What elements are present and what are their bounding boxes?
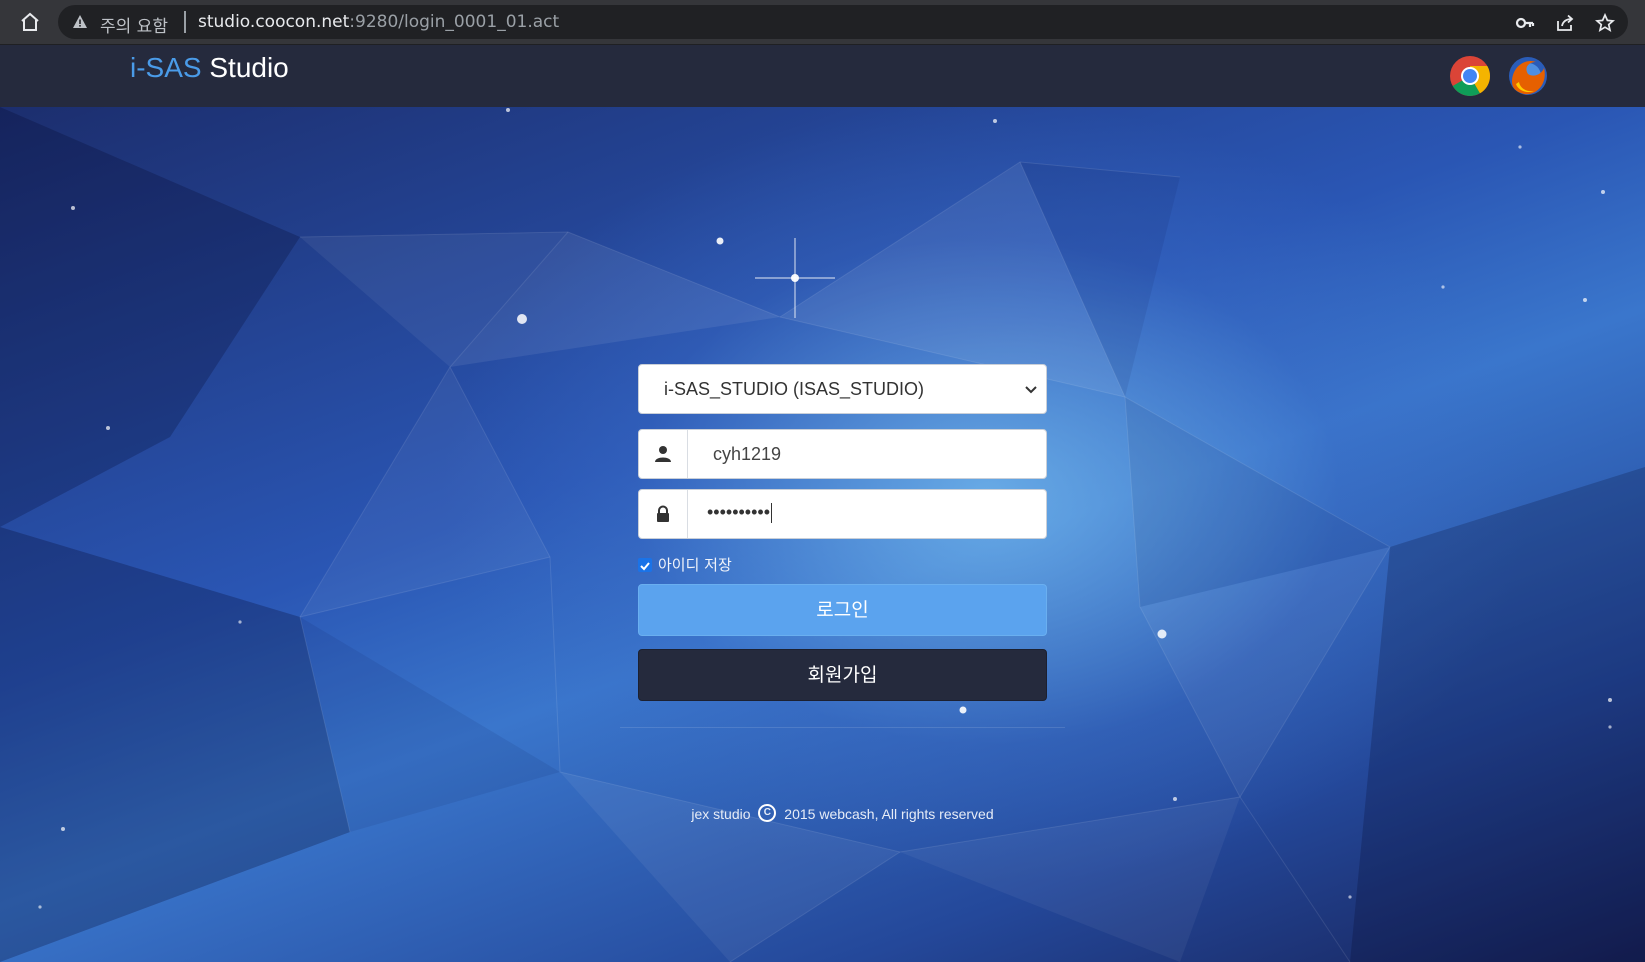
firefox-logo-icon[interactable] [1506, 54, 1550, 98]
home-icon[interactable] [18, 10, 42, 34]
star-icon[interactable] [1595, 13, 1615, 33]
system-select[interactable]: i-SAS_STUDIO (ISAS_STUDIO) [638, 364, 1047, 414]
brand-accent: i-SAS [130, 52, 202, 83]
url-path: :9280/login_0001_01.act [349, 12, 560, 32]
user-icon [655, 446, 671, 462]
browser-toolbar: 주의 요함 studio.coocon.net:9280/login_0001_… [0, 0, 1645, 45]
remember-id[interactable]: 아이디 저장 [638, 554, 732, 576]
chrome-logo-icon[interactable] [1448, 54, 1492, 98]
password-input[interactable]: •••••••••• [707, 502, 773, 524]
lock-icon [657, 505, 669, 522]
app-header: i-SAS Studio [0, 45, 1645, 107]
address-bar[interactable]: 주의 요함 studio.coocon.net:9280/login_0001_… [58, 5, 1628, 39]
url-host: studio.coocon.net [198, 12, 350, 32]
url-text[interactable]: studio.coocon.net:9280/login_0001_01.act [198, 12, 559, 32]
security-warning-text[interactable]: 주의 요함 [100, 12, 168, 37]
username-field[interactable]: cyh1219 [638, 429, 1047, 479]
password-masked-value: •••••••••• [707, 502, 771, 522]
join-button[interactable]: 회원가입 [638, 649, 1047, 701]
form-divider [620, 727, 1065, 728]
warning-icon[interactable] [72, 14, 88, 30]
footer-text: 2015 webcash, All rights reserved [784, 806, 994, 822]
text-cursor [771, 503, 773, 524]
remember-id-label: 아이디 저장 [658, 556, 732, 574]
brand-main: Studio [209, 52, 289, 83]
footer-copyright: jex studio C 2015 webcash, All rights re… [0, 804, 1645, 824]
brand-logo[interactable]: i-SAS Studio [130, 52, 289, 84]
username-input[interactable]: cyh1219 [713, 444, 781, 465]
share-icon[interactable] [1555, 13, 1575, 33]
checkmark-icon [640, 561, 650, 570]
footer-prefix: jex studio [691, 806, 751, 822]
chevron-down-icon [1025, 386, 1037, 394]
password-field[interactable]: •••••••••• [638, 489, 1047, 539]
address-separator [184, 11, 186, 33]
key-icon[interactable] [1515, 13, 1535, 33]
username-addon [639, 430, 688, 478]
login-button[interactable]: 로그인 [638, 584, 1047, 636]
remember-id-checkbox[interactable] [638, 557, 652, 572]
system-select-value: i-SAS_STUDIO (ISAS_STUDIO) [664, 379, 925, 399]
password-addon [639, 490, 688, 538]
copyright-icon: C [758, 804, 777, 823]
